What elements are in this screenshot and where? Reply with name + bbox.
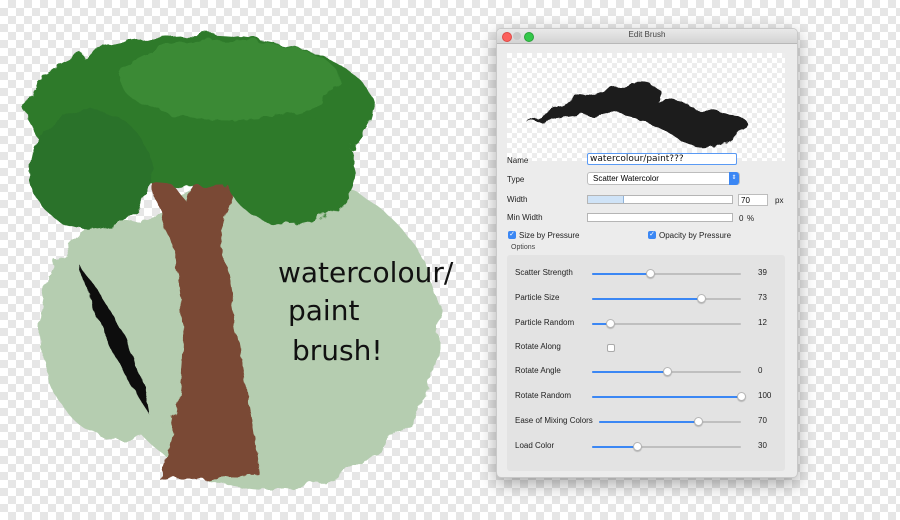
option-label: Particle Size — [515, 293, 560, 302]
name-label: Name — [507, 156, 529, 165]
brush-type-select[interactable]: Scatter Watercolor ⇕ — [587, 172, 740, 185]
brush-preview — [507, 53, 785, 161]
opacity-by-pressure-label: Opacity by Pressure — [659, 231, 732, 240]
option-row-particle-size: Particle Size 73 — [515, 292, 785, 306]
slider-knob[interactable] — [646, 269, 656, 278]
slider-progress — [592, 446, 637, 448]
rotate-random-slider[interactable] — [592, 392, 746, 401]
options-heading: Options — [511, 244, 536, 251]
option-value: 30 — [758, 441, 767, 450]
chevron-updown-icon: ⇕ — [729, 172, 739, 185]
width-bar-fill — [588, 196, 624, 203]
particle-size-slider[interactable] — [592, 294, 741, 303]
brush-stroke-preview — [527, 82, 749, 148]
handwriting-line-3: brush! — [292, 334, 383, 367]
options-panel: Scatter Strength 39 Particle Size 73 Particl… — [507, 255, 785, 471]
rotate-angle-slider[interactable] — [592, 367, 741, 376]
option-value: 100 — [758, 391, 772, 400]
opacity-by-pressure-checkbox[interactable]: ✓ — [648, 231, 656, 239]
width-label: Width — [507, 195, 528, 204]
slider-progress — [592, 396, 741, 398]
slider-progress — [599, 421, 699, 423]
option-label: Ease of Mixing Colors — [515, 416, 593, 425]
type-label: Type — [507, 175, 525, 184]
handwriting-line-1: watercolour/ — [278, 256, 454, 289]
slider-progress — [592, 371, 667, 373]
load-color-slider[interactable] — [592, 442, 741, 451]
slider-progress — [592, 273, 651, 275]
edit-brush-window: Edit Brush Name Type Scatter Watercolor … — [496, 28, 798, 478]
option-value: 73 — [758, 293, 767, 302]
min-width-bar[interactable] — [587, 213, 733, 222]
option-row-rotate-along: Rotate Along — [515, 341, 785, 355]
option-value: 39 — [758, 268, 767, 277]
tree-painting: watercolour/ paint brush! — [25, 35, 454, 490]
slider-knob[interactable] — [737, 392, 746, 401]
slider-knob[interactable] — [696, 294, 706, 303]
ease-of-mixing-colors-slider[interactable] — [599, 417, 741, 426]
type-select-value: Scatter Watercolor — [593, 174, 659, 183]
option-row-scatter-strength: Scatter Strength 39 — [515, 267, 785, 281]
size-by-pressure-checkbox[interactable]: ✓ — [508, 231, 516, 239]
min-width-unit: % — [747, 214, 755, 223]
min-width-value: 0 — [739, 214, 744, 223]
option-label: Load Color — [515, 441, 555, 450]
slider-progress — [592, 298, 701, 300]
title-bar: Edit Brush — [497, 29, 797, 44]
option-row-rotate-random: Rotate Random 100 — [515, 390, 785, 404]
slider-knob[interactable] — [662, 367, 672, 376]
rotate-along-checkbox[interactable] — [607, 344, 615, 352]
option-label: Rotate Along — [515, 342, 561, 351]
width-value-field[interactable]: 70 — [738, 194, 768, 206]
min-width-label: Min Width — [507, 213, 543, 222]
width-bar[interactable] — [587, 195, 733, 204]
window-title: Edit Brush — [628, 30, 666, 39]
slider-knob[interactable] — [694, 417, 704, 426]
option-value: 12 — [758, 318, 767, 327]
slider-knob[interactable] — [632, 442, 642, 451]
particle-random-slider[interactable] — [592, 319, 741, 328]
brush-name-field[interactable] — [587, 153, 737, 165]
slider-knob[interactable] — [605, 319, 615, 328]
size-by-pressure-label: Size by Pressure — [519, 231, 580, 240]
option-label: Rotate Random — [515, 391, 572, 400]
option-row-particle-random: Particle Random 12 — [515, 317, 785, 331]
option-value: 0 — [758, 366, 763, 375]
option-row-ease-of-mixing-colors: Ease of Mixing Colors 70 — [515, 415, 785, 429]
option-row-load-color: Load Color 30 — [515, 440, 785, 454]
option-label: Particle Random — [515, 318, 575, 327]
scatter-strength-slider[interactable] — [592, 269, 741, 278]
handwriting-line-2: paint — [288, 294, 359, 327]
option-label: Scatter Strength — [515, 268, 573, 277]
option-label: Rotate Angle — [515, 366, 561, 375]
option-row-rotate-angle: Rotate Angle 0 — [515, 365, 785, 379]
option-value: 70 — [758, 416, 767, 425]
width-unit: px — [775, 196, 784, 205]
